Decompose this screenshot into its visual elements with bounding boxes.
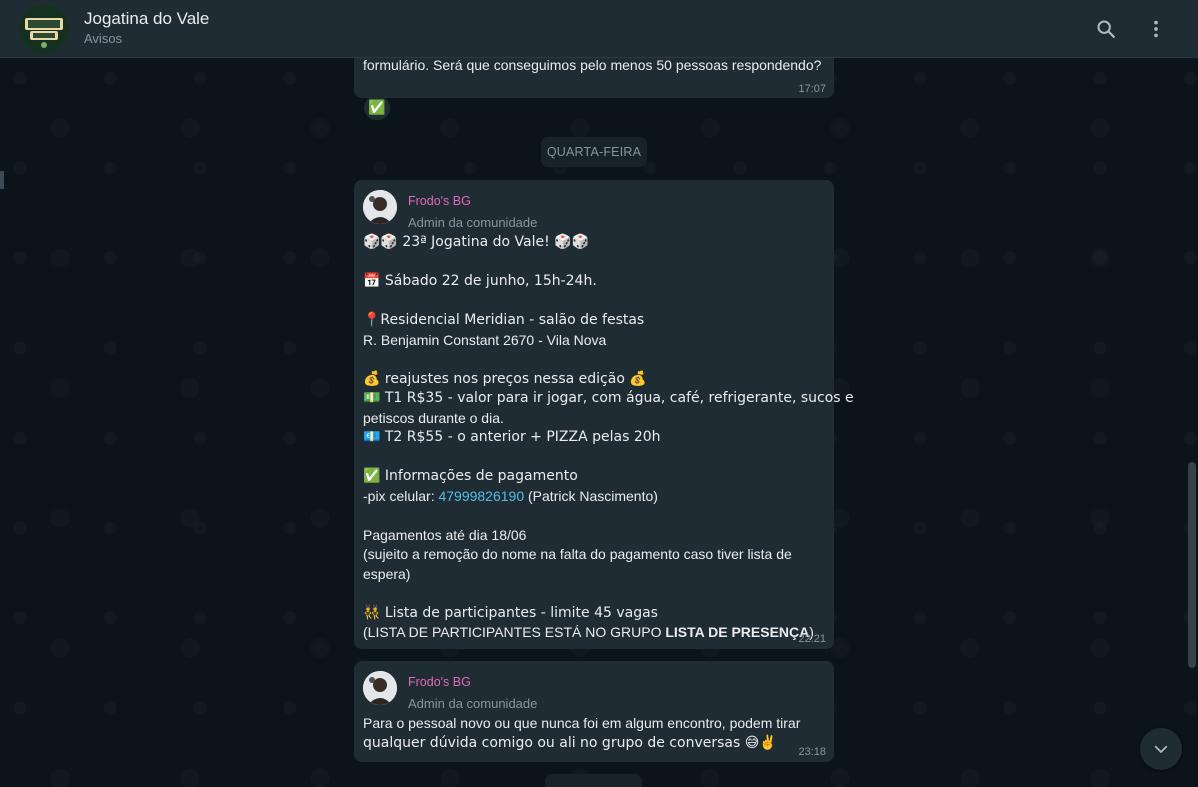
message-line: qualquer dúvida comigo ou ali no grupo d… [363,734,777,751]
panel-resize-handle[interactable] [0,171,4,189]
message-line: 💰 reajustes nos preços nessa edição 💰 [363,370,647,387]
day-divider-partial [545,774,642,787]
search-button[interactable] [1086,9,1126,49]
message-line: ✅ Informações de pagamento [363,468,578,484]
phone-link[interactable]: 47999826190 [438,488,524,504]
message-time: 23:18 [798,746,826,758]
pix-owner: (Patrick Nascimento) [524,487,658,504]
message-line: Para o pessoal novo ou que nunca foi em … [363,715,801,731]
sender-role: Admin da comunidade [408,696,538,711]
menu-button[interactable] [1136,9,1176,49]
sender-avatar[interactable] [363,671,397,705]
message-line: 🎲🎲 23ª Jogatina do Vale! 🎲🎲 [363,234,590,250]
message-bubble[interactable]: Frodo's BG Admin da comunidade 🎲🎲 23ª Jo… [354,180,854,649]
message-line: 📅 Sábado 22 de junho, 15h-24h. [363,273,597,289]
user-avatar-icon [363,671,397,705]
search-icon [1097,19,1115,38]
scroll-to-bottom-button[interactable] [1140,728,1182,770]
message-text: Para o pessoal novo ou que nunca foi em … [363,714,825,753]
message-line: -pix celular: 47999826190 (Patrick Nasci… [363,487,825,507]
message-time: 22:21 [798,633,826,645]
sender-name[interactable]: Frodo's BG [408,674,537,690]
message-line: 💵 T1 R$35 - valor para ir jogar, com águ… [363,390,854,406]
user-avatar-icon [363,190,397,224]
message-line: 💶 T2 R$55 - o anterior + PIZZA pelas 20h [363,429,661,445]
sender-avatar[interactable] [363,190,397,224]
reaction-badge[interactable]: ✅ [364,96,390,120]
group-note-prefix: (LISTA DE PARTICIPANTES ESTÁ NO GRUPO [363,624,666,640]
sender-role: Admin da comunidade [408,215,538,230]
more-vertical-icon [1154,20,1158,37]
message-line: (sujeito a remoção do nome na falta do p… [363,546,792,562]
message-text: formulário. Será que conseguimos pelo me… [363,58,822,73]
group-name: LISTA DE PRESENÇA [665,624,810,640]
chevron-down-icon [1154,745,1168,753]
message-line: (LISTA DE PARTICIPANTES ESTÁ NO GRUPO LI… [363,623,825,643]
day-divider: QUARTA-FEIRA [541,137,647,167]
chat-title[interactable]: Jogatina do Vale [84,9,209,29]
message-bubble[interactable]: formulário. Será que conseguimos pelo me… [354,58,834,98]
chat-header: Jogatina do Vale Avisos [0,0,1198,58]
chat-subtitle: Avisos [84,31,123,46]
message-time: 17:07 [798,83,826,95]
message-line: espera) [363,565,411,582]
pix-label: -pix celular: [363,487,439,504]
message-list[interactable]: formulário. Será que conseguimos pelo me… [0,58,1198,787]
message-bubble[interactable]: Frodo's BG Admin da comunidade Para o pe… [354,661,834,762]
message-text: 🎲🎲 23ª Jogatina do Vale! 🎲🎲 📅 Sábado 22 … [363,233,854,643]
message-line: petiscos durante o dia. [363,409,504,426]
sender-name[interactable]: Frodo's BG [408,193,537,209]
jogatina-logo-icon [19,3,69,54]
message-line: R. Benjamin Constant 2670 - Vila Nova [363,331,607,348]
message-line: 📍Residencial Meridian - salão de festas [363,312,645,328]
message-line: 👯 Lista de participantes - limite 45 vag… [363,604,658,621]
message-line: Pagamentos até dia 18/06 [363,526,527,543]
scrollbar-thumb[interactable] [1188,462,1196,668]
group-avatar[interactable] [19,3,69,54]
